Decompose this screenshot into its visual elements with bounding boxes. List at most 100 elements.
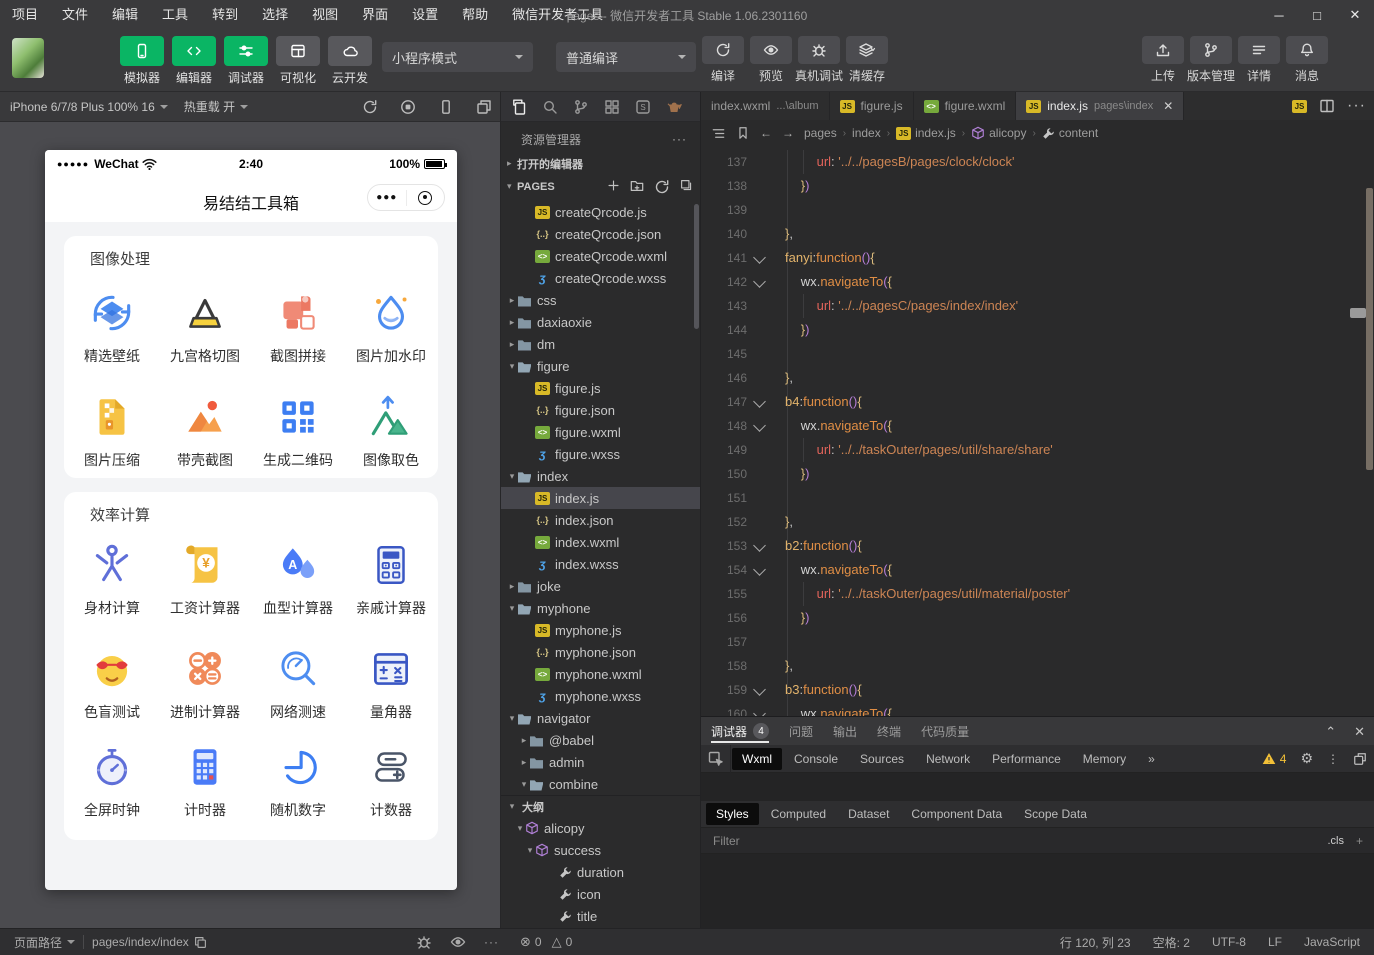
breadcrumb-index.js[interactable]: JSindex.js (896, 126, 956, 140)
debugger-tab-问题[interactable]: 问题 (779, 717, 823, 745)
cursor-position[interactable]: 行 120, 列 23 (1060, 934, 1131, 951)
close-capsule-button[interactable] (407, 191, 445, 205)
tree-item-figure[interactable]: ▾figure (501, 355, 701, 377)
compile-select[interactable]: 普通编译 (556, 42, 696, 72)
menu-设置[interactable]: 设置 (400, 0, 450, 30)
explorer-more-button[interactable]: ··· (672, 132, 687, 146)
mode-button-可视化[interactable]: 可视化 (274, 36, 322, 86)
split-editor-icon[interactable] (1319, 98, 1335, 114)
device-select[interactable]: iPhone 6/7/8 Plus 100% 16 (0, 100, 174, 114)
minimize-button[interactable]: ─ (1260, 0, 1298, 30)
tree-item-duration[interactable]: duration (501, 861, 701, 883)
statusbar-more-icon[interactable]: ··· (484, 935, 499, 949)
toolbar-button-清缓存[interactable]: 清缓存 (844, 36, 890, 84)
tree-item-myphone.json[interactable]: {..}myphone.json (501, 641, 701, 663)
extensions-icon[interactable] (602, 96, 622, 118)
code-line-150[interactable]: 150}) (701, 462, 1374, 486)
debugger-tab-终端[interactable]: 终端 (867, 717, 911, 745)
mode-button-云开发[interactable]: 云开发 (326, 36, 374, 86)
more-menu-button[interactable]: ●●● (368, 192, 406, 203)
close-tab-icon[interactable]: ✕ (1163, 99, 1173, 113)
multi-window-icon[interactable] (476, 99, 492, 115)
app-工资计算器[interactable]: ¥工资计算器 (159, 540, 251, 618)
panel-close-icon[interactable]: ✕ (1354, 724, 1365, 740)
devtools-tab-Sources[interactable]: Sources (850, 748, 914, 770)
mode-button-调试器[interactable]: 调试器 (222, 36, 270, 86)
page-path-select[interactable]: 页面路径 (0, 934, 83, 951)
devtools-tab-»[interactable]: » (1138, 748, 1165, 770)
tree-item-createQrcode.js[interactable]: JScreateQrcode.js (501, 201, 701, 223)
breadcrumb-pages[interactable]: pages (804, 126, 837, 140)
code-line-152[interactable]: 152}, (701, 510, 1374, 534)
app-进制计算器[interactable]: 进制计算器 (159, 644, 251, 722)
app-图片加水印[interactable]: 图片加水印 (345, 288, 437, 366)
record-icon[interactable] (400, 99, 416, 115)
devtools-tab-Network[interactable]: Network (916, 748, 980, 770)
tree-item-css[interactable]: ▸css (501, 289, 701, 311)
fold-icon[interactable] (753, 419, 766, 432)
devtools-tab-Console[interactable]: Console (784, 748, 848, 770)
fold-icon[interactable] (753, 539, 766, 552)
indent-setting[interactable]: 空格: 2 (1153, 934, 1190, 951)
code-area[interactable]: 137url: '../../pagesB/pages/clock/clock'… (701, 146, 1374, 808)
code-line-159[interactable]: 159b3:function(){ (701, 678, 1374, 702)
hot-reload-toggle[interactable]: 热重载 开 (174, 98, 254, 115)
breadcrumb-content[interactable]: content (1042, 126, 1098, 140)
app-计数器[interactable]: 计数器 (345, 742, 437, 820)
app-图片压缩[interactable]: 图片压缩 (66, 392, 158, 470)
editor-tab-index.wxml[interactable]: index.wxml...\album (701, 92, 830, 120)
tree-item-myphone.wxml[interactable]: <>myphone.wxml (501, 663, 701, 685)
debugger-tab-代码质量[interactable]: 代码质量 (911, 717, 979, 745)
outline-toggle-icon[interactable] (711, 126, 726, 141)
tree-item-combine[interactable]: ▾combine (501, 773, 701, 795)
toolbar-button-版本管理[interactable]: 版本管理 (1188, 36, 1234, 84)
toolbar-button-上传[interactable]: 上传 (1140, 36, 1186, 84)
breadcrumb-alicopy[interactable]: alicopy (971, 126, 1026, 140)
tree-item-icon[interactable]: icon (501, 883, 701, 905)
devtools-settings-icon[interactable]: ⚙ (1300, 750, 1313, 767)
new-folder-icon[interactable] (630, 179, 644, 195)
tree-item-alicopy[interactable]: ▾alicopy (501, 817, 701, 839)
back-icon[interactable]: ← (760, 126, 772, 140)
tree-item-myphone.wxss[interactable]: ʒmyphone.wxss (501, 685, 701, 707)
toolbar-button-预览[interactable]: 预览 (748, 36, 794, 84)
splitter-grip[interactable] (1350, 308, 1366, 318)
editor-scrollbar[interactable] (1366, 188, 1373, 470)
code-line-138[interactable]: 138}) (701, 174, 1374, 198)
fold-icon[interactable] (753, 251, 766, 264)
open-editors-section[interactable]: ▸打开的编辑器 (501, 152, 701, 175)
outline-section[interactable]: ▾大纲 (501, 795, 701, 817)
tree-scrollbar[interactable] (694, 204, 699, 329)
files-icon[interactable] (509, 96, 529, 118)
panel-collapse-icon[interactable]: ⌃ (1325, 724, 1336, 740)
close-button[interactable]: ✕ (1336, 0, 1374, 30)
code-line-155[interactable]: 155url: '../../taskOuter/pages/util/mate… (701, 582, 1374, 606)
forward-icon[interactable]: → (782, 126, 794, 140)
maximize-button[interactable]: □ (1298, 0, 1336, 30)
mode-button-模拟器[interactable]: 模拟器 (118, 36, 166, 86)
tree-item-index[interactable]: ▾index (501, 465, 701, 487)
app-量角器[interactable]: 量角器 (345, 644, 437, 722)
tab-more-icon[interactable]: ··· (1347, 97, 1366, 115)
app-九宫格切图[interactable]: 九宫格切图 (159, 288, 251, 366)
pages-section[interactable]: ▾PAGES (501, 175, 701, 198)
app-计时器[interactable]: 计时器 (159, 742, 251, 820)
styles-tab-Styles[interactable]: Styles (706, 803, 759, 825)
tree-item-success[interactable]: ▾success (501, 839, 701, 861)
language-mode[interactable]: JavaScript (1304, 935, 1360, 949)
menu-帮助[interactable]: 帮助 (450, 0, 500, 30)
code-line-144[interactable]: 144}) (701, 318, 1374, 342)
code-line-143[interactable]: 143url: '../../pagesC/pages/index/index' (701, 294, 1374, 318)
collapse-all-icon[interactable] (680, 179, 693, 195)
code-line-145[interactable]: 145 (701, 342, 1374, 366)
tree-item-index.json[interactable]: {..}index.json (501, 509, 701, 531)
devtools-tab-Memory[interactable]: Memory (1073, 748, 1136, 770)
tree-item-createQrcode.wxml[interactable]: <>createQrcode.wxml (501, 245, 701, 267)
editor-tab-index.js[interactable]: JSindex.jspages\index✕ (1016, 92, 1184, 120)
editor-tab-figure.js[interactable]: JSfigure.js (830, 92, 914, 120)
styles-tab-Computed[interactable]: Computed (761, 803, 836, 825)
avatar[interactable] (12, 38, 44, 78)
page-path-value[interactable]: pages/index/index (84, 935, 215, 949)
devtools-tab-Performance[interactable]: Performance (982, 748, 1071, 770)
app-带壳截图[interactable]: 带壳截图 (159, 392, 251, 470)
